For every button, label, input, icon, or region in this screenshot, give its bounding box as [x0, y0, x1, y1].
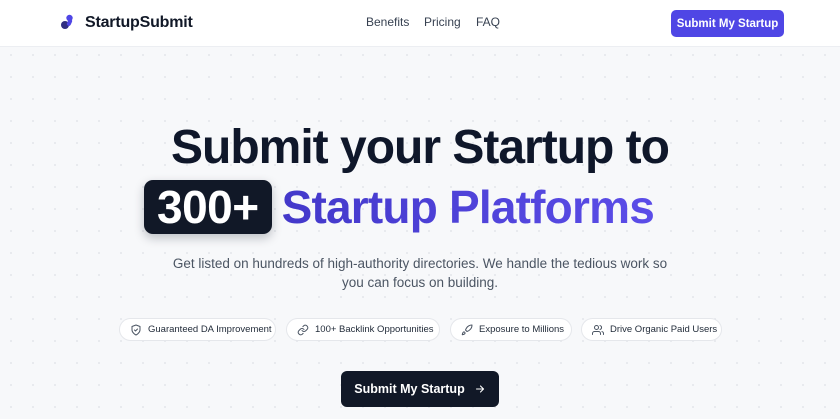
feature-chip-label: Drive Organic Paid Users — [610, 324, 718, 335]
feature-chip-label: Exposure to Millions — [479, 324, 565, 335]
nav-link-faq[interactable]: FAQ — [476, 15, 500, 29]
brand-logo[interactable]: StartupSubmit — [59, 13, 193, 33]
feature-chip-users: Drive Organic Paid Users — [581, 318, 722, 341]
feature-chip-da: Guaranteed DA Improvement — [119, 318, 276, 341]
brand-name: StartupSubmit — [85, 14, 193, 31]
shield-icon — [131, 324, 141, 335]
logo-icon — [61, 14, 73, 29]
feature-chip-backlinks: 100+ Backlink Opportunities — [286, 318, 440, 341]
hero-subtitle: Get listed on hundreds of high-authority… — [172, 256, 668, 290]
hero-title: Submit your Startup to — [171, 121, 670, 174]
link-icon — [297, 324, 309, 335]
nav-link-pricing[interactable]: Pricing — [424, 15, 461, 29]
users-icon — [592, 324, 604, 335]
hero-title-line2: 300+ Startup Platforms — [144, 180, 655, 234]
cta-label: Submit My Startup — [354, 382, 465, 396]
top-navbar: StartupSubmit Benefits Pricing FAQ Submi… — [0, 0, 840, 47]
feature-chip-label: Guaranteed DA Improvement — [148, 324, 272, 335]
nav-link-benefits[interactable]: Benefits — [366, 15, 409, 29]
hero-submit-button[interactable]: Submit My Startup — [341, 371, 499, 407]
hero-title-accent: Startup Platforms — [281, 181, 655, 233]
arrow-right-icon — [475, 385, 484, 393]
nav-submit-button[interactable]: Submit My Startup — [671, 10, 784, 37]
rocket-icon — [461, 323, 473, 335]
feature-chip-exposure: Exposure to Millions — [450, 318, 572, 341]
feature-chip-label: 100+ Backlink Opportunities — [315, 324, 434, 335]
platform-count-badge: 300+ — [144, 180, 272, 234]
